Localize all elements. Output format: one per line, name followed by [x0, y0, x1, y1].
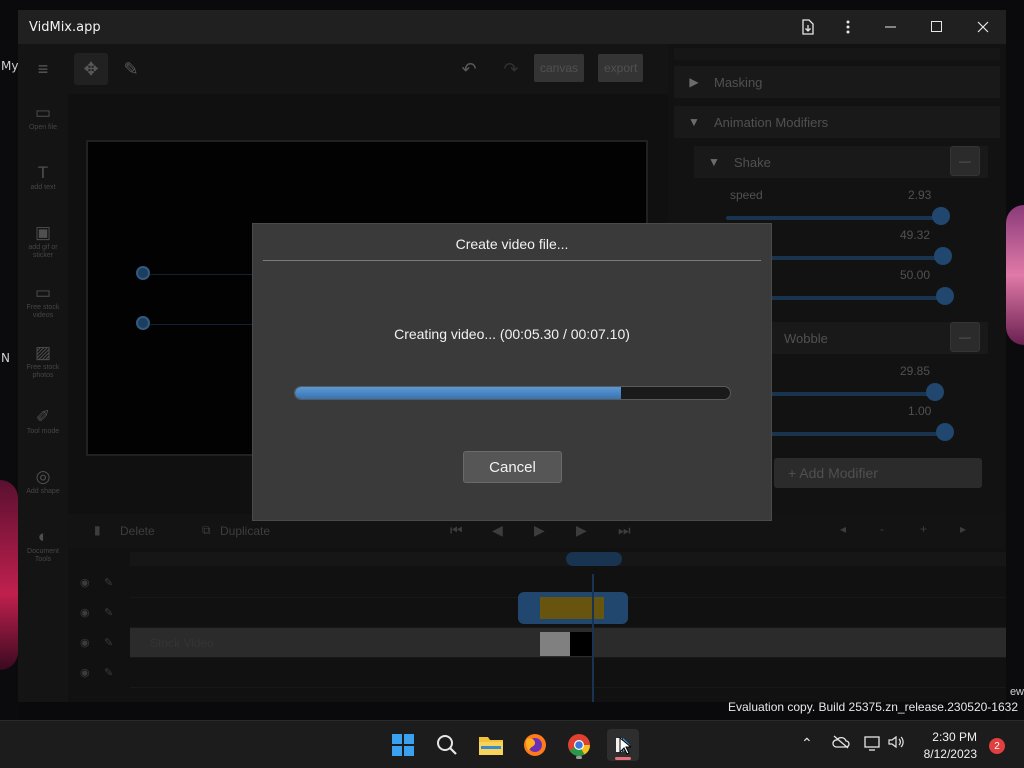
chrome-icon[interactable] — [563, 729, 595, 761]
desktop-right: ew — [1006, 40, 1024, 720]
install-app-icon[interactable] — [788, 10, 828, 44]
export-progress-bar — [294, 386, 731, 400]
evaluation-watermark: Evaluation copy. Build 25375.zn_release.… — [728, 700, 1018, 714]
dialog-title: Create video file... — [455, 236, 569, 252]
system-clock[interactable]: 2:30 PM 8/12/2023 — [924, 729, 977, 763]
more-options-icon[interactable] — [828, 10, 868, 44]
desktop-icon-label: N — [1, 351, 10, 365]
clock-date: 8/12/2023 — [923, 747, 977, 761]
firefox-icon[interactable] — [519, 729, 551, 761]
onedrive-offline-icon[interactable] — [832, 735, 850, 752]
create-video-dialog: Create video file... Creating video... (… — [252, 223, 772, 521]
search-icon[interactable] — [431, 729, 463, 761]
dialog-divider — [263, 260, 761, 261]
desktop-icon-label: My — [1, 59, 19, 73]
minimize-button[interactable] — [868, 10, 914, 44]
maximize-button[interactable] — [914, 10, 960, 44]
clock-time: 2:30 PM — [932, 730, 977, 744]
export-status-text: Creating video... (00:05.30 / 00:07.10) — [394, 326, 630, 342]
close-button[interactable] — [960, 10, 1006, 44]
title-bar[interactable]: VidMix.app — [18, 10, 1006, 44]
wallpaper-swirl — [1006, 205, 1024, 345]
taskbar: ⌃ 2:30 PM 8/12/2023 2 — [0, 720, 1024, 768]
volume-icon[interactable] — [888, 735, 904, 752]
running-indicator — [576, 756, 582, 759]
cancel-button[interactable]: Cancel — [463, 451, 562, 483]
wallpaper-swirl — [0, 480, 18, 670]
desktop-icon-label: ew — [1009, 686, 1024, 698]
start-icon[interactable] — [387, 729, 419, 761]
desktop-left: My N — [0, 40, 18, 720]
progress-fill — [295, 387, 622, 399]
show-hidden-icons-icon[interactable]: ⌃ — [801, 735, 813, 752]
file-explorer-icon[interactable] — [475, 729, 507, 761]
mouse-cursor-icon — [619, 736, 633, 760]
notification-badge[interactable]: 2 — [989, 738, 1005, 754]
network-icon[interactable] — [864, 735, 882, 754]
window-title: VidMix.app — [29, 19, 101, 35]
